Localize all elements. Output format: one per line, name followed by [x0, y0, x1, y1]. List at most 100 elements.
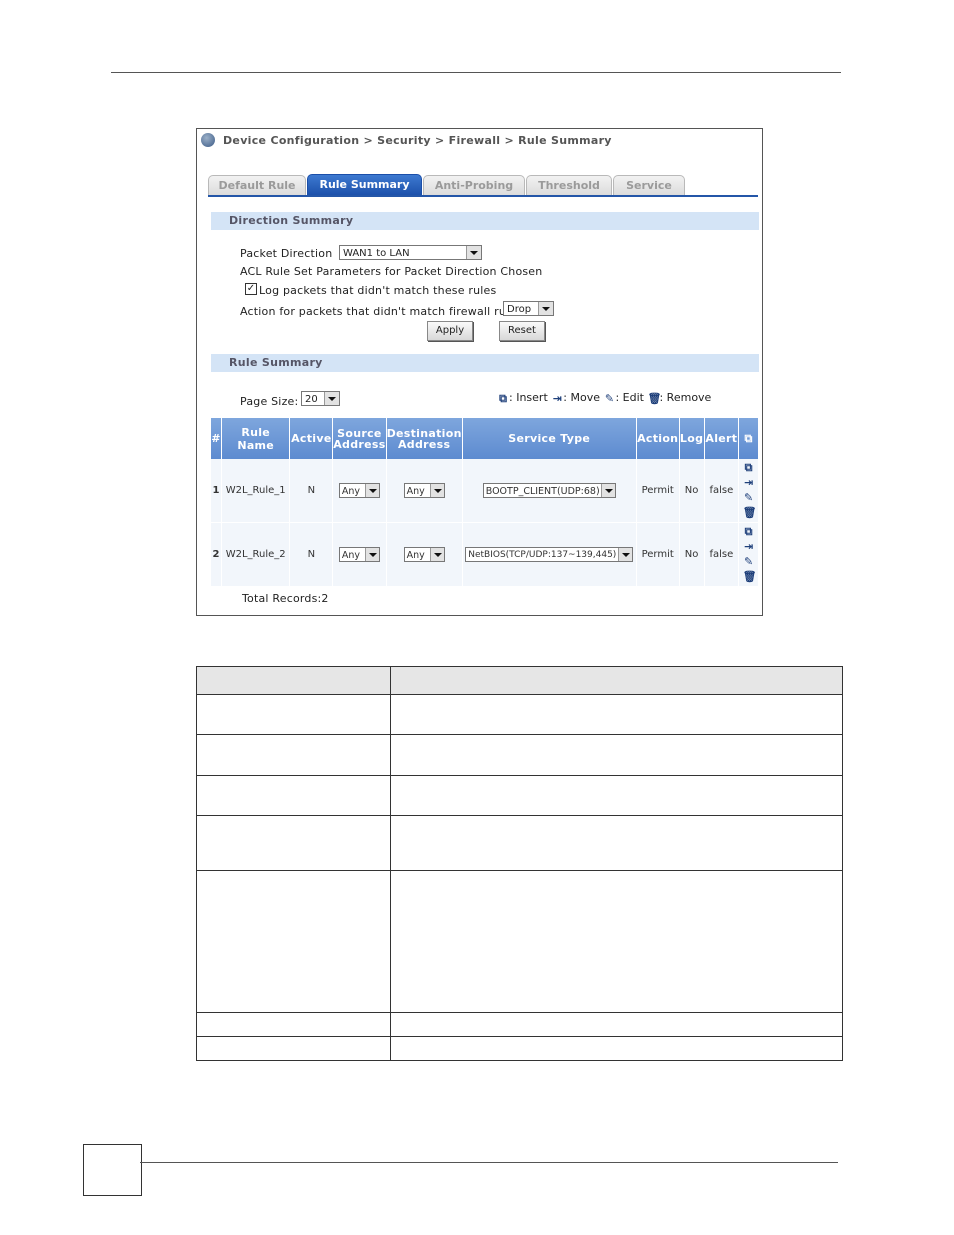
legend-edit-text: : Edit — [615, 391, 644, 404]
tab-underline — [208, 195, 758, 197]
trash-icon[interactable]: 🗑 — [743, 570, 757, 584]
page-size-value: 20 — [305, 394, 318, 405]
service-type-value: BOOTP_CLIENT(UDP:68) — [485, 486, 600, 497]
log-packets-checkbox[interactable]: ✓ — [245, 283, 257, 295]
direction-summary-header: Direction Summary — [211, 212, 759, 230]
screenshot-window: Device Configuration > Security > Firewa… — [196, 128, 763, 616]
insert-icon[interactable]: ⧉ — [743, 525, 755, 539]
row-number: 2 — [211, 522, 222, 587]
chevron-down-icon — [466, 246, 481, 259]
service-type-select[interactable]: NetBIOS(TCP/UDP:137~139,445) — [465, 547, 634, 562]
description-table — [196, 666, 843, 1061]
rule-table: # Rule Name Active Source Address Destin… — [211, 418, 759, 587]
rule-alert: false — [704, 459, 740, 523]
rule-table-header: # Rule Name Active Source Address Destin… — [211, 418, 759, 459]
chevron-down-icon — [364, 548, 379, 561]
breadcrumb: Device Configuration > Security > Firewa… — [197, 129, 762, 153]
legend-insert-text: : Insert — [509, 391, 548, 404]
move-icon: ⇥ — [552, 392, 562, 405]
col-destination-address: Destination Address — [386, 418, 463, 459]
source-address-cell: Any — [332, 522, 387, 587]
table-row — [196, 775, 843, 816]
table-row — [196, 870, 843, 1013]
tab-anti-probing[interactable]: Anti-Probing — [423, 175, 525, 195]
reset-button[interactable]: Reset — [499, 321, 545, 341]
rule-summary-header: Rule Summary — [211, 354, 759, 372]
rule-name: W2L_Rule_1 — [221, 459, 291, 523]
description-header-row — [196, 666, 843, 695]
col-active: Active — [289, 418, 334, 459]
apply-button[interactable]: Apply — [427, 321, 473, 341]
legend-remove-text: : Remove — [659, 391, 712, 404]
tab-rule-summary[interactable]: Rule Summary — [307, 174, 422, 196]
chevron-down-icon — [324, 392, 339, 405]
destination-address-select[interactable]: Any — [403, 547, 445, 562]
trash-icon: 🗑 — [647, 392, 662, 405]
rule-action: Permit — [636, 522, 680, 587]
log-packets-label: Log packets that didn't match these rule… — [259, 284, 497, 297]
chevron-down-icon — [429, 548, 444, 561]
destination-address-cell: Any — [386, 459, 463, 523]
col-action: Action — [636, 418, 680, 459]
source-address-select[interactable]: Any — [338, 547, 380, 562]
tab-threshold[interactable]: Threshold — [526, 175, 612, 195]
move-icon[interactable]: ⇥ — [743, 476, 755, 490]
source-address-select[interactable]: Any — [338, 483, 380, 498]
tab-default-rule[interactable]: Default Rule — [208, 175, 306, 195]
rule-log: No — [679, 522, 705, 587]
col-service-type: Service Type — [462, 418, 637, 459]
edit-icon[interactable]: ✎ — [743, 491, 755, 505]
row-actions: ⧉ ⇥ ✎ 🗑 — [738, 459, 759, 523]
rule-active: N — [289, 522, 334, 587]
page-size-label: Page Size: — [240, 395, 299, 408]
insert-icon: ⧉ — [744, 431, 753, 445]
footer-rule — [140, 1162, 838, 1163]
rule-active: N — [289, 459, 334, 523]
service-type-value: NetBIOS(TCP/UDP:137~139,445) — [468, 550, 617, 560]
action-label: Action for packets that didn't match fir… — [240, 305, 523, 318]
navigation-globe-icon — [201, 133, 215, 147]
rule-log: No — [679, 459, 705, 523]
packet-direction-label: Packet Direction — [240, 247, 333, 260]
legend-move-text: : Move — [563, 391, 600, 404]
table-row: 2 W2L_Rule_2 N Any Any NetBIOS(TCP/UDP:1… — [211, 522, 759, 587]
col-log: Log — [679, 418, 705, 459]
service-type-cell: NetBIOS(TCP/UDP:137~139,445) — [462, 522, 637, 587]
table-row — [196, 734, 843, 776]
row-actions: ⧉ ⇥ ✎ 🗑 — [738, 522, 759, 587]
breadcrumb-text: Device Configuration > Security > Firewa… — [223, 134, 612, 147]
source-address-cell: Any — [332, 459, 387, 523]
col-rule-name: Rule Name — [221, 418, 291, 459]
action-value: Drop — [507, 304, 532, 315]
chevron-down-icon — [600, 484, 615, 497]
table-row — [196, 694, 843, 735]
destination-address-cell: Any — [386, 522, 463, 587]
table-row — [196, 815, 843, 871]
rule-alert: false — [704, 522, 740, 587]
edit-icon[interactable]: ✎ — [743, 555, 755, 569]
destination-address-select[interactable]: Any — [403, 483, 445, 498]
insert-icon[interactable]: ⧉ — [743, 461, 755, 475]
col-number: # — [211, 418, 222, 459]
table-row — [196, 1012, 843, 1037]
col-source-address: Source Address — [332, 418, 387, 459]
chevron-down-icon — [538, 302, 553, 315]
move-icon[interactable]: ⇥ — [743, 540, 755, 554]
packet-direction-select[interactable]: WAN1 to LAN — [339, 245, 482, 260]
chevron-down-icon — [429, 484, 444, 497]
page-size-select[interactable]: 20 — [301, 391, 340, 406]
chevron-down-icon — [618, 548, 633, 561]
table-row — [196, 1036, 843, 1061]
page-number-box — [83, 1144, 142, 1196]
insert-icon: ⧉ — [499, 392, 507, 405]
action-select[interactable]: Drop — [503, 301, 554, 316]
rule-name: W2L_Rule_2 — [221, 522, 291, 587]
service-type-select[interactable]: BOOTP_CLIENT(UDP:68) — [482, 483, 616, 498]
rule-action: Permit — [636, 459, 680, 523]
tab-service[interactable]: Service — [613, 175, 685, 195]
edit-icon: ✎ — [604, 392, 615, 405]
col-insert[interactable]: ⧉ — [738, 418, 759, 459]
action-legend: ⧉: Insert ⇥: Move ✎: Edit 🗑: Remove — [497, 391, 711, 404]
chevron-down-icon — [364, 484, 379, 497]
trash-icon[interactable]: 🗑 — [743, 506, 757, 520]
